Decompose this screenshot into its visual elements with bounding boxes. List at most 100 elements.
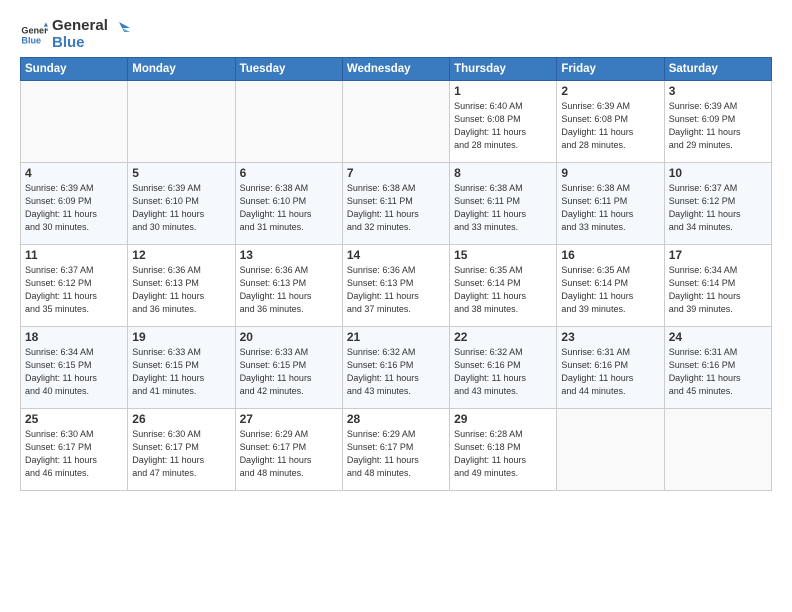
- day-detail: Sunrise: 6:32 AMSunset: 6:16 PMDaylight:…: [454, 346, 552, 398]
- day-cell: 8Sunrise: 6:38 AMSunset: 6:11 PMDaylight…: [450, 163, 557, 245]
- col-header-tuesday: Tuesday: [235, 58, 342, 81]
- day-cell: 13 Sunrise: 6:36 AMSunset: 6:13 PMDayligh…: [235, 245, 342, 327]
- col-header-wednesday: Wednesday: [342, 58, 449, 81]
- day-cell: 3Sunrise: 6:39 AMSunset: 6:09 PMDaylight…: [664, 81, 771, 163]
- day-cell: [128, 81, 235, 163]
- day-cell: 2 Sunrise: 6:39 AMSunset: 6:08 PMDaylight…: [557, 81, 664, 163]
- day-cell: 21Sunrise: 6:32 AMSunset: 6:16 PMDayligh…: [342, 327, 449, 409]
- svg-text:General: General: [21, 25, 48, 35]
- logo: General Blue General Blue: [20, 18, 130, 51]
- day-detail: Sunrise: 6:33 AMSunset: 6:15 PMDaylight:…: [132, 346, 230, 398]
- day-cell: 5Sunrise: 6:39 AMSunset: 6:10 PMDaylight…: [128, 163, 235, 245]
- svg-text:Blue: Blue: [21, 35, 41, 45]
- day-number: 29: [454, 412, 552, 426]
- day-cell: [557, 409, 664, 491]
- day-cell: 19 Sunrise: 6:33 AMSunset: 6:15 PMDayligh…: [128, 327, 235, 409]
- day-number: 15: [454, 248, 552, 262]
- day-detail: Sunrise: 6:39 AMSunset: 6:10 PMDaylight:…: [132, 182, 230, 234]
- day-number: 8: [454, 166, 552, 180]
- day-detail: Sunrise: 6:36 AMSunset: 6:13 PMDaylight:…: [347, 264, 445, 316]
- day-detail: Sunrise: 6:32 AMSunset: 6:16 PMDaylight:…: [347, 346, 445, 398]
- day-detail: Sunrise: 6:39 AMSunset: 6:09 PMDaylight:…: [25, 182, 123, 234]
- col-header-monday: Monday: [128, 58, 235, 81]
- day-detail: Sunrise: 6:40 AMSunset: 6:08 PMDaylight:…: [454, 100, 552, 152]
- week-row-2: 4 Sunrise: 6:39 AMSunset: 6:09 PMDaylight…: [21, 163, 772, 245]
- day-cell: [664, 409, 771, 491]
- week-row-5: 25Sunrise: 6:30 AMSunset: 6:17 PMDayligh…: [21, 409, 772, 491]
- logo-icon: General Blue: [20, 21, 48, 49]
- day-detail: Sunrise: 6:36 AMSunset: 6:13 PMDaylight:…: [132, 264, 230, 316]
- day-cell: 22 Sunrise: 6:32 AMSunset: 6:16 PMDayligh…: [450, 327, 557, 409]
- day-cell: 4 Sunrise: 6:39 AMSunset: 6:09 PMDaylight…: [21, 163, 128, 245]
- day-cell: [235, 81, 342, 163]
- day-cell: 16 Sunrise: 6:35 AMSunset: 6:14 PMDayligh…: [557, 245, 664, 327]
- day-cell: 11 Sunrise: 6:37 AMSunset: 6:12 PMDayligh…: [21, 245, 128, 327]
- day-number: 6: [240, 166, 338, 180]
- day-cell: 25Sunrise: 6:30 AMSunset: 6:17 PMDayligh…: [21, 409, 128, 491]
- day-detail: Sunrise: 6:38 AMSunset: 6:11 PMDaylight:…: [347, 182, 445, 234]
- day-number: 19: [132, 330, 230, 344]
- day-number: 22: [454, 330, 552, 344]
- day-cell: 28 Sunrise: 6:29 AMSunset: 6:17 PMDayligh…: [342, 409, 449, 491]
- day-detail: Sunrise: 6:35 AMSunset: 6:14 PMDaylight:…: [454, 264, 552, 316]
- day-number: 11: [25, 248, 123, 262]
- day-number: 13: [240, 248, 338, 262]
- day-number: 23: [561, 330, 659, 344]
- day-detail: Sunrise: 6:38 AMSunset: 6:10 PMDaylight:…: [240, 182, 338, 234]
- day-cell: 26 Sunrise: 6:30 AMSunset: 6:17 PMDayligh…: [128, 409, 235, 491]
- calendar-table: SundayMondayTuesdayWednesdayThursdayFrid…: [20, 57, 772, 491]
- day-cell: 6 Sunrise: 6:38 AMSunset: 6:10 PMDaylight…: [235, 163, 342, 245]
- day-cell: 18 Sunrise: 6:34 AMSunset: 6:15 PMDayligh…: [21, 327, 128, 409]
- col-header-thursday: Thursday: [450, 58, 557, 81]
- day-number: 7: [347, 166, 445, 180]
- day-detail: Sunrise: 6:31 AMSunset: 6:16 PMDaylight:…: [561, 346, 659, 398]
- day-cell: 23 Sunrise: 6:31 AMSunset: 6:16 PMDayligh…: [557, 327, 664, 409]
- day-cell: [21, 81, 128, 163]
- day-detail: Sunrise: 6:28 AMSunset: 6:18 PMDaylight:…: [454, 428, 552, 480]
- day-number: 10: [669, 166, 767, 180]
- day-cell: 29 Sunrise: 6:28 AMSunset: 6:18 PMDayligh…: [450, 409, 557, 491]
- col-header-friday: Friday: [557, 58, 664, 81]
- logo-bird-icon: [108, 20, 130, 42]
- day-detail: Sunrise: 6:34 AMSunset: 6:15 PMDaylight:…: [25, 346, 123, 398]
- day-number: 18: [25, 330, 123, 344]
- day-detail: Sunrise: 6:38 AMSunset: 6:11 PMDaylight:…: [561, 182, 659, 234]
- day-cell: 9 Sunrise: 6:38 AMSunset: 6:11 PMDaylight…: [557, 163, 664, 245]
- day-number: 2: [561, 84, 659, 98]
- day-detail: Sunrise: 6:39 AMSunset: 6:08 PMDaylight:…: [561, 100, 659, 152]
- day-detail: Sunrise: 6:30 AMSunset: 6:17 PMDaylight:…: [132, 428, 230, 480]
- week-row-3: 11 Sunrise: 6:37 AMSunset: 6:12 PMDayligh…: [21, 245, 772, 327]
- day-cell: 17 Sunrise: 6:34 AMSunset: 6:14 PMDayligh…: [664, 245, 771, 327]
- day-cell: 14 Sunrise: 6:36 AMSunset: 6:13 PMDayligh…: [342, 245, 449, 327]
- day-detail: Sunrise: 6:35 AMSunset: 6:14 PMDaylight:…: [561, 264, 659, 316]
- day-number: 24: [669, 330, 767, 344]
- week-row-1: 1Sunrise: 6:40 AMSunset: 6:08 PMDaylight…: [21, 81, 772, 163]
- day-number: 12: [132, 248, 230, 262]
- day-detail: Sunrise: 6:30 AMSunset: 6:17 PMDaylight:…: [25, 428, 123, 480]
- day-cell: 24 Sunrise: 6:31 AMSunset: 6:16 PMDayligh…: [664, 327, 771, 409]
- day-cell: 15 Sunrise: 6:35 AMSunset: 6:14 PMDayligh…: [450, 245, 557, 327]
- day-cell: 7 Sunrise: 6:38 AMSunset: 6:11 PMDaylight…: [342, 163, 449, 245]
- day-number: 14: [347, 248, 445, 262]
- calendar-header-row: SundayMondayTuesdayWednesdayThursdayFrid…: [21, 58, 772, 81]
- day-cell: 10Sunrise: 6:37 AMSunset: 6:12 PMDayligh…: [664, 163, 771, 245]
- day-detail: Sunrise: 6:34 AMSunset: 6:14 PMDaylight:…: [669, 264, 767, 316]
- day-cell: [342, 81, 449, 163]
- day-number: 28: [347, 412, 445, 426]
- day-detail: Sunrise: 6:29 AMSunset: 6:17 PMDaylight:…: [240, 428, 338, 480]
- day-number: 17: [669, 248, 767, 262]
- logo-blue: Blue: [52, 35, 108, 52]
- day-number: 16: [561, 248, 659, 262]
- logo-general: General: [52, 18, 108, 35]
- day-detail: Sunrise: 6:31 AMSunset: 6:16 PMDaylight:…: [669, 346, 767, 398]
- day-detail: Sunrise: 6:37 AMSunset: 6:12 PMDaylight:…: [25, 264, 123, 316]
- page: General Blue General Blue SundayMondayTu…: [0, 0, 792, 501]
- day-number: 4: [25, 166, 123, 180]
- day-number: 9: [561, 166, 659, 180]
- day-number: 26: [132, 412, 230, 426]
- day-cell: 12 Sunrise: 6:36 AMSunset: 6:13 PMDayligh…: [128, 245, 235, 327]
- day-number: 27: [240, 412, 338, 426]
- day-detail: Sunrise: 6:36 AMSunset: 6:13 PMDaylight:…: [240, 264, 338, 316]
- day-cell: 27 Sunrise: 6:29 AMSunset: 6:17 PMDayligh…: [235, 409, 342, 491]
- day-detail: Sunrise: 6:29 AMSunset: 6:17 PMDaylight:…: [347, 428, 445, 480]
